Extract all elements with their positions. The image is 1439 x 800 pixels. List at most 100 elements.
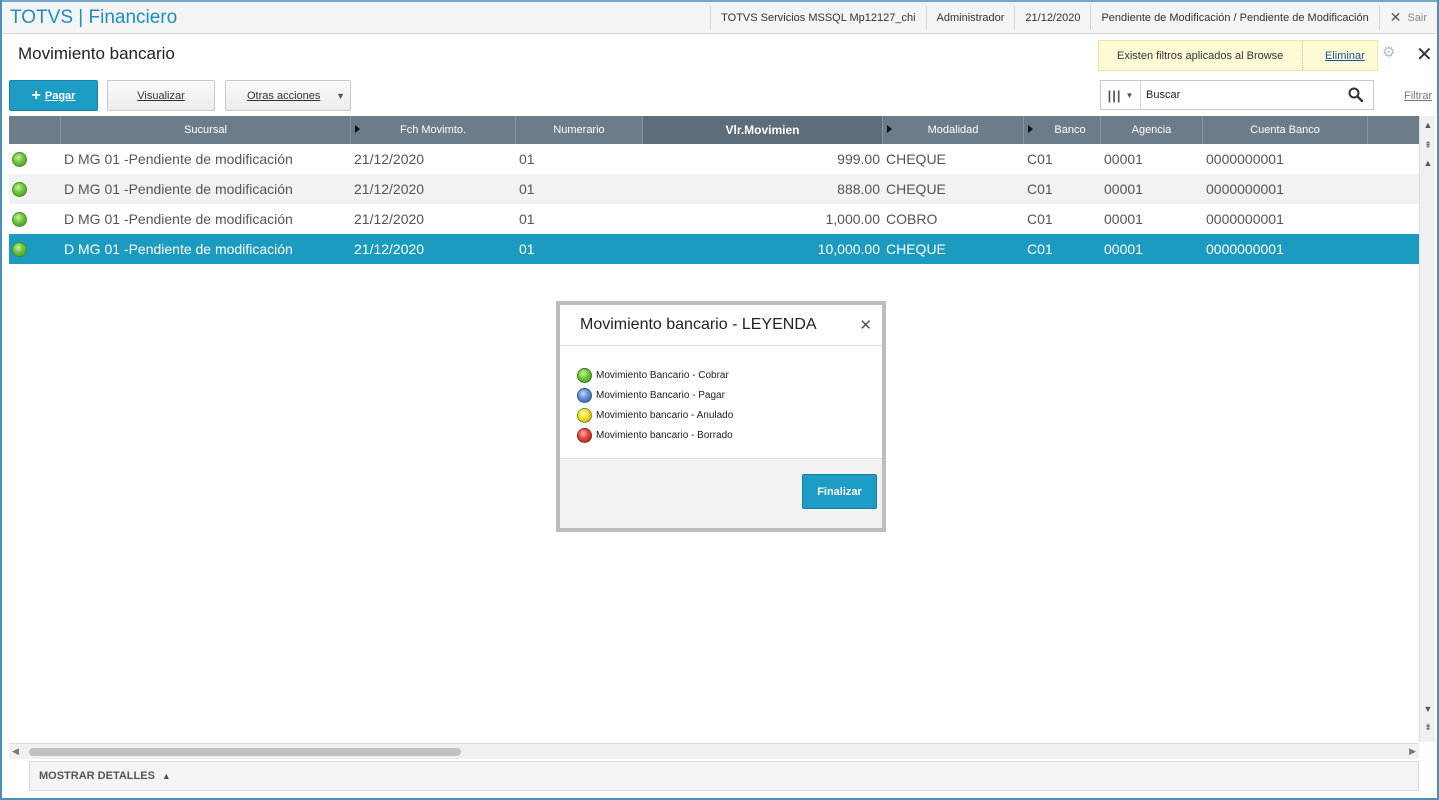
column-header-fecha[interactable]: Fch Movimto. bbox=[351, 116, 516, 144]
column-header-banco-label: Banco bbox=[1054, 124, 1086, 136]
column-header-numerario[interactable]: Numerario bbox=[516, 116, 643, 144]
close-icon[interactable]: ✕ bbox=[1416, 42, 1433, 67]
scroll-down-icon[interactable]: ▼ bbox=[1422, 702, 1434, 716]
status-cell[interactable] bbox=[9, 181, 61, 197]
sucursal-cell: D MG 01 -Pendiente de modificación bbox=[64, 211, 293, 227]
status-green-icon bbox=[12, 181, 27, 197]
app-window: TOTVS | Financiero TOTVS Servicios MSSQL… bbox=[0, 0, 1439, 800]
modalidad-cell: CHEQUE bbox=[886, 151, 946, 167]
user-label: Administrador bbox=[925, 5, 1015, 30]
status-yellow-icon bbox=[577, 407, 592, 423]
column-header-fecha-label: Fch Movimto. bbox=[399, 124, 466, 136]
column-header-sucursal[interactable]: Sucursal bbox=[61, 116, 351, 144]
sort-arrow-icon bbox=[887, 125, 892, 133]
table-row[interactable]: D MG 01 -Pendiente de modificación 21/12… bbox=[9, 174, 1419, 204]
grid-body: D MG 01 -Pendiente de modificación 21/12… bbox=[9, 144, 1419, 264]
app-title: TOTVS | Financiero bbox=[10, 6, 178, 28]
table-row[interactable]: D MG 01 -Pendiente de modificación 21/12… bbox=[9, 144, 1419, 174]
modalidad-cell: CHEQUE bbox=[886, 181, 946, 197]
column-header-cuenta[interactable]: Cuenta Banco bbox=[1203, 116, 1368, 144]
horizontal-scroll-thumb[interactable] bbox=[29, 748, 461, 756]
fecha-cell: 21/12/2020 bbox=[354, 181, 425, 197]
status-cell[interactable] bbox=[9, 241, 61, 257]
legend-item-label: Movimiento Bancario - Cobrar bbox=[596, 369, 729, 381]
valor-cell: 1,000.00 bbox=[825, 211, 881, 227]
view-button[interactable]: Visualizar bbox=[107, 80, 215, 111]
column-header-valor[interactable]: Vlr.Movimien bbox=[643, 116, 883, 144]
agencia-cell: 00001 bbox=[1104, 151, 1143, 167]
banco-cell: C01 bbox=[1027, 241, 1053, 257]
legend-item-label: Movimiento bancario - Anulado bbox=[596, 409, 734, 421]
status-green-icon bbox=[12, 241, 27, 257]
vertical-scrollbar[interactable]: ▲ ⇞ ▲ ▼ ⇟ bbox=[1419, 116, 1435, 742]
scroll-top-icon[interactable]: ▲ bbox=[1422, 118, 1434, 132]
banco-cell: C01 bbox=[1027, 151, 1053, 167]
table-row[interactable]: D MG 01 -Pendiente de modificación 21/12… bbox=[9, 204, 1419, 234]
exit-button[interactable]: ✕ Sair bbox=[1378, 5, 1437, 30]
search-box: ||| ▼ bbox=[1100, 80, 1374, 110]
pay-button[interactable]: + Pagar bbox=[9, 80, 98, 111]
scroll-page-down-icon[interactable]: ⇟ bbox=[1422, 720, 1434, 734]
horizontal-scrollbar[interactable]: ◀ ▶ bbox=[9, 743, 1419, 759]
gear-icon[interactable]: ⚙ bbox=[1382, 45, 1396, 60]
valor-cell: 999.00 bbox=[837, 151, 880, 167]
sort-arrow-icon bbox=[1028, 125, 1033, 133]
legend-list: Movimiento Bancario - Cobrar Movimiento … bbox=[560, 346, 882, 460]
numerario-cell: 01 bbox=[519, 151, 535, 167]
grid-header: Sucursal Fch Movimto. Numerario Vlr.Movi… bbox=[9, 116, 1419, 144]
finish-button[interactable]: Finalizar bbox=[802, 474, 877, 509]
filter-link[interactable]: Filtrar bbox=[1404, 90, 1432, 102]
column-header-banco[interactable]: Banco bbox=[1024, 116, 1101, 144]
status-green-icon bbox=[577, 367, 592, 383]
scroll-right-icon[interactable]: ▶ bbox=[1409, 746, 1416, 757]
remove-filter-link[interactable]: Eliminar bbox=[1303, 50, 1365, 62]
column-header-agencia[interactable]: Agencia bbox=[1101, 116, 1203, 144]
scroll-page-up-icon[interactable]: ⇞ bbox=[1422, 138, 1434, 152]
other-actions-label: Otras acciones bbox=[247, 89, 321, 102]
column-header-status[interactable] bbox=[9, 116, 61, 144]
status-cell[interactable] bbox=[9, 151, 61, 167]
legend-item-label: Movimiento bancario - Borrado bbox=[596, 429, 733, 441]
cuenta-cell: 0000000001 bbox=[1206, 241, 1284, 257]
sucursal-cell: D MG 01 -Pendiente de modificación bbox=[64, 181, 293, 197]
column-header-filler bbox=[1368, 116, 1419, 144]
cuenta-cell: 0000000001 bbox=[1206, 181, 1284, 197]
search-icon[interactable] bbox=[1347, 86, 1365, 104]
sucursal-cell: D MG 01 -Pendiente de modificación bbox=[64, 151, 293, 167]
banco-cell: C01 bbox=[1027, 211, 1053, 227]
fecha-cell: 21/12/2020 bbox=[354, 211, 425, 227]
modalidad-cell: CHEQUE bbox=[886, 241, 946, 257]
column-header-modalidad[interactable]: Modalidad bbox=[883, 116, 1024, 144]
legend-item-label: Movimiento Bancario - Pagar bbox=[596, 389, 725, 401]
table-row-selected[interactable]: D MG 01 -Pendiente de modificación 21/12… bbox=[9, 234, 1419, 264]
numerario-cell: 01 bbox=[519, 181, 535, 197]
chevron-up-icon: ▲ bbox=[161, 771, 171, 781]
column-selector[interactable]: ||| ▼ bbox=[1101, 81, 1141, 109]
status-green-icon bbox=[12, 151, 27, 167]
chevron-down-icon: ▼ bbox=[336, 91, 345, 101]
environment-label: TOTVS Servicios MSSQL Mp12127_chi bbox=[710, 5, 925, 30]
modalidad-cell: COBRO bbox=[886, 211, 938, 227]
cuenta-cell: 0000000001 bbox=[1206, 151, 1284, 167]
status-green-icon bbox=[12, 211, 27, 227]
banco-cell: C01 bbox=[1027, 181, 1053, 197]
legend-dialog-title: Movimiento bancario - LEYENDA bbox=[580, 316, 817, 333]
exit-label: Sair bbox=[1407, 11, 1427, 24]
status-cell[interactable] bbox=[9, 211, 61, 227]
date-label: 21/12/2020 bbox=[1014, 5, 1090, 30]
search-input[interactable] bbox=[1141, 89, 1341, 101]
chevron-down-icon: ▼ bbox=[1125, 90, 1134, 100]
other-actions-button[interactable]: Otras acciones ▼ bbox=[225, 80, 351, 111]
filter-notice: Existen filtros aplicados al Browse Elim… bbox=[1098, 40, 1378, 71]
top-bar: TOTVS | Financiero TOTVS Servicios MSSQL… bbox=[2, 0, 1437, 34]
cuenta-cell: 0000000001 bbox=[1206, 211, 1284, 227]
close-icon[interactable]: ✕ bbox=[859, 316, 872, 334]
agencia-cell: 00001 bbox=[1104, 211, 1143, 227]
branch-label[interactable]: Pendiente de Modificación / Pendiente de… bbox=[1090, 5, 1378, 30]
agencia-cell: 00001 bbox=[1104, 181, 1143, 197]
details-bar[interactable]: MOSTRAR DETALLES ▲ bbox=[29, 761, 1419, 791]
valor-cell: 10,000.00 bbox=[817, 241, 880, 257]
scroll-left-icon[interactable]: ◀ bbox=[12, 746, 19, 757]
legend-dialog: Movimiento bancario - LEYENDA ✕ Movimien… bbox=[556, 301, 886, 532]
scroll-up-icon[interactable]: ▲ bbox=[1422, 156, 1434, 170]
